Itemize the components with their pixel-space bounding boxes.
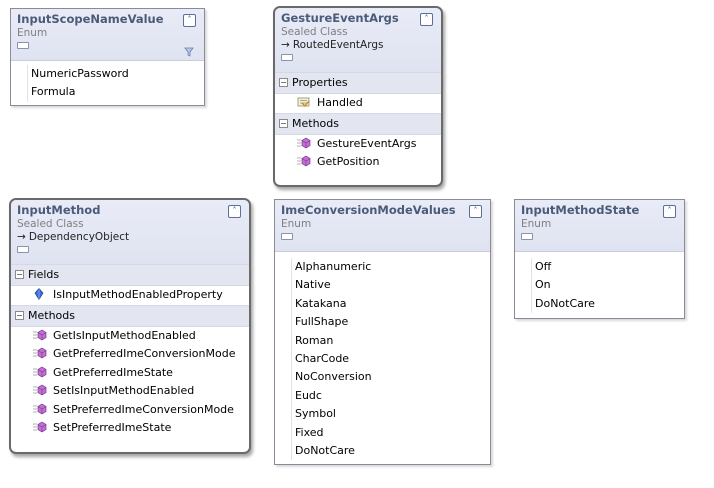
section-methods[interactable]: − Methods <box>275 112 441 135</box>
enum-value[interactable]: NumericPassword <box>27 65 204 84</box>
grip-icon <box>17 246 29 253</box>
section-label: Methods <box>292 116 339 130</box>
member-method[interactable]: GestureEventArgs <box>275 135 441 154</box>
shape-header: InputMethodState Enum ˄ <box>515 200 684 251</box>
section-label: Methods <box>28 308 75 322</box>
method-purple-cube-icon <box>33 403 47 414</box>
enum-value[interactable]: Formula <box>27 83 204 102</box>
grip-icon <box>17 42 29 49</box>
section-label: Fields <box>28 268 60 281</box>
method-purple-cube-icon <box>33 421 47 433</box>
member-name: GetPreferredImeConversionMode <box>53 347 236 360</box>
member-name: SetPreferredImeConversionMode <box>53 402 234 416</box>
member-field[interactable]: IsInputMethodEnabledProperty <box>11 286 249 305</box>
grip-icon <box>521 233 533 240</box>
base-class-name: DependencyObject <box>28 231 130 243</box>
collapse-section-icon[interactable]: − <box>15 270 24 279</box>
member-method[interactable]: GetIsInputMethodEnabled <box>11 327 249 346</box>
enum-value[interactable]: Off <box>531 258 684 277</box>
member-method[interactable]: SetPreferredImeConversionMode <box>11 401 249 420</box>
shape-header: InputMethod Sealed Class → DependencyObje… <box>11 200 249 264</box>
enum-value[interactable]: Fixed <box>291 423 490 443</box>
shape-title: InputMethod <box>17 203 101 217</box>
enum-ime-conversion-mode-values[interactable]: ImeConversionModeValues Enum ˄ Alphanume… <box>274 199 491 465</box>
enum-values: Alphanumeric Native Katakana FullShape R… <box>275 251 490 464</box>
shape-title: ImeConversionModeValues <box>281 203 456 217</box>
enum-input-scope-name-value[interactable]: InputScopeNameValue Enum ˄ NumericPasswo… <box>10 8 205 106</box>
collapse-icon[interactable]: ˄ <box>469 205 482 218</box>
enum-value[interactable]: Katakana <box>291 294 490 314</box>
member-name: Handled <box>317 96 363 109</box>
shape-title: InputScopeNameValue <box>17 12 164 26</box>
class-gesture-event-args[interactable]: GestureEventArgs Sealed Class → RoutedEve… <box>273 6 443 187</box>
shape-stereotype: Sealed Class <box>17 218 84 230</box>
enum-value[interactable]: NoConversion <box>291 368 490 387</box>
collapse-section-icon[interactable]: − <box>279 118 288 128</box>
collapse-icon[interactable]: ˄ <box>183 14 196 27</box>
shape-stereotype: Enum <box>17 27 48 39</box>
method-purple-cube-icon <box>297 155 311 167</box>
enum-value[interactable]: CharCode <box>291 350 490 369</box>
collapse-section-icon[interactable]: − <box>279 78 288 87</box>
section-fields[interactable]: − Fields <box>11 264 249 286</box>
shape-title: InputMethodState <box>521 203 640 217</box>
enum-value[interactable]: Alphanumeric <box>291 258 490 277</box>
shape-header: InputScopeNameValue Enum ˄ <box>11 9 204 60</box>
member-name: GetPosition <box>317 155 380 168</box>
arrow-right-icon: → <box>281 39 290 51</box>
enum-values: NumericPassword Formula <box>11 60 204 106</box>
member-name: SetPreferredImeState <box>53 421 172 434</box>
grip-icon <box>281 233 293 240</box>
shape-header: ImeConversionModeValues Enum ˄ <box>275 200 490 251</box>
property-hand-icon <box>297 97 310 108</box>
method-purple-cube-icon <box>33 366 47 377</box>
enum-value[interactable]: DoNotCare <box>291 442 490 461</box>
collapse-icon[interactable]: ˄ <box>228 205 241 218</box>
field-blue-diamond-icon <box>34 288 44 300</box>
method-purple-cube-icon <box>297 137 311 148</box>
section-label: Properties <box>292 76 348 89</box>
member-name: SetIsInputMethodEnabled <box>53 384 195 397</box>
member-name: GetIsInputMethodEnabled <box>53 328 196 342</box>
shape-title: GestureEventArgs <box>281 11 399 25</box>
section-methods[interactable]: − Methods <box>11 304 249 327</box>
member-method[interactable]: GetPreferredImeState <box>11 364 249 383</box>
enum-input-method-state[interactable]: InputMethodState Enum ˄ Off On DoNotCare <box>514 199 685 319</box>
enum-value[interactable]: FullShape <box>291 313 490 332</box>
enum-value[interactable]: Eudc <box>291 386 490 406</box>
grip-icon <box>281 54 293 61</box>
method-purple-cube-icon <box>33 347 47 359</box>
base-class-name: RoutedEventArgs <box>292 39 384 51</box>
shape-header: GestureEventArgs Sealed Class → RoutedEve… <box>275 8 441 72</box>
arrow-right-icon: → <box>17 231 26 243</box>
method-purple-cube-icon <box>33 329 47 340</box>
method-purple-cube-icon <box>33 384 47 396</box>
enum-value[interactable]: DoNotCare <box>531 294 684 314</box>
base-class: → DependencyObject <box>17 231 243 244</box>
member-method[interactable]: GetPreferredImeConversionMode <box>11 345 249 364</box>
collapse-icon[interactable]: ˄ <box>420 13 433 26</box>
enum-values: Off On DoNotCare <box>515 251 684 317</box>
member-method[interactable]: SetPreferredImeState <box>11 419 249 438</box>
member-name: GestureEventArgs <box>317 136 417 150</box>
member-method[interactable]: GetPosition <box>275 153 441 172</box>
member-name: IsInputMethodEnabledProperty <box>53 288 223 301</box>
enum-value[interactable]: Roman <box>291 331 490 351</box>
collapse-icon[interactable]: ˄ <box>663 205 676 218</box>
filter-funnel-icon[interactable] <box>184 47 194 57</box>
base-class: → RoutedEventArgs <box>281 39 435 52</box>
shape-stereotype: Enum <box>281 218 312 230</box>
member-method[interactable]: SetIsInputMethodEnabled <box>11 382 249 401</box>
member-property[interactable]: Handled <box>275 94 441 113</box>
enum-value[interactable]: Symbol <box>291 405 490 424</box>
shape-stereotype: Enum <box>521 218 552 230</box>
section-properties[interactable]: − Properties <box>275 72 441 94</box>
class-input-method[interactable]: InputMethod Sealed Class → DependencyObje… <box>9 198 251 454</box>
enum-value[interactable]: On <box>531 276 684 295</box>
enum-value[interactable]: Native <box>291 276 490 295</box>
shape-stereotype: Sealed Class <box>281 26 348 38</box>
member-name: GetPreferredImeState <box>53 365 173 379</box>
collapse-section-icon[interactable]: − <box>15 310 24 320</box>
